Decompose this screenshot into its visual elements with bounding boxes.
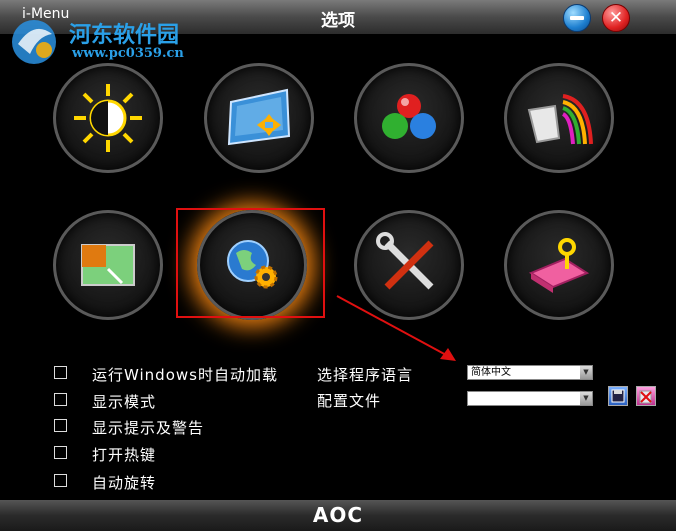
checkbox-hotkeys[interactable] [54, 446, 67, 459]
save-profile-button[interactable] [608, 386, 628, 406]
language-select[interactable]: 简体中文 ▼ [467, 365, 593, 380]
option-autoload-label: 运行Windows时自动加载 [92, 366, 278, 384]
checkbox-display-mode[interactable] [54, 393, 67, 406]
save-icon [611, 389, 625, 403]
option-hotkeys-label: 打开热键 [92, 446, 157, 464]
checkbox-show-tips[interactable] [54, 419, 67, 432]
profile-label: 配置文件 [317, 392, 382, 410]
profile-select[interactable]: ▼ [467, 391, 593, 406]
checkbox-autoload[interactable] [54, 366, 67, 379]
option-auto-rotate-label: 自动旋转 [92, 474, 157, 492]
option-show-tips-label: 显示提示及警告 [92, 419, 205, 437]
chevron-down-icon[interactable]: ▼ [580, 366, 592, 379]
imenu-window: i-Menu 选项 ✕ 河东软件园 www.pc0359.cn 运行Window… [0, 0, 676, 531]
footer-bar: AOC [0, 500, 676, 531]
delete-icon [639, 390, 652, 404]
language-label: 选择程序语言 [317, 366, 414, 384]
delete-profile-button[interactable] [636, 386, 656, 406]
checkbox-auto-rotate[interactable] [54, 474, 67, 487]
chevron-down-icon[interactable]: ▼ [580, 392, 592, 405]
language-select-value: 简体中文 [471, 367, 511, 378]
aoc-logo: AOC [312, 503, 364, 527]
option-display-mode-label: 显示模式 [92, 393, 157, 411]
